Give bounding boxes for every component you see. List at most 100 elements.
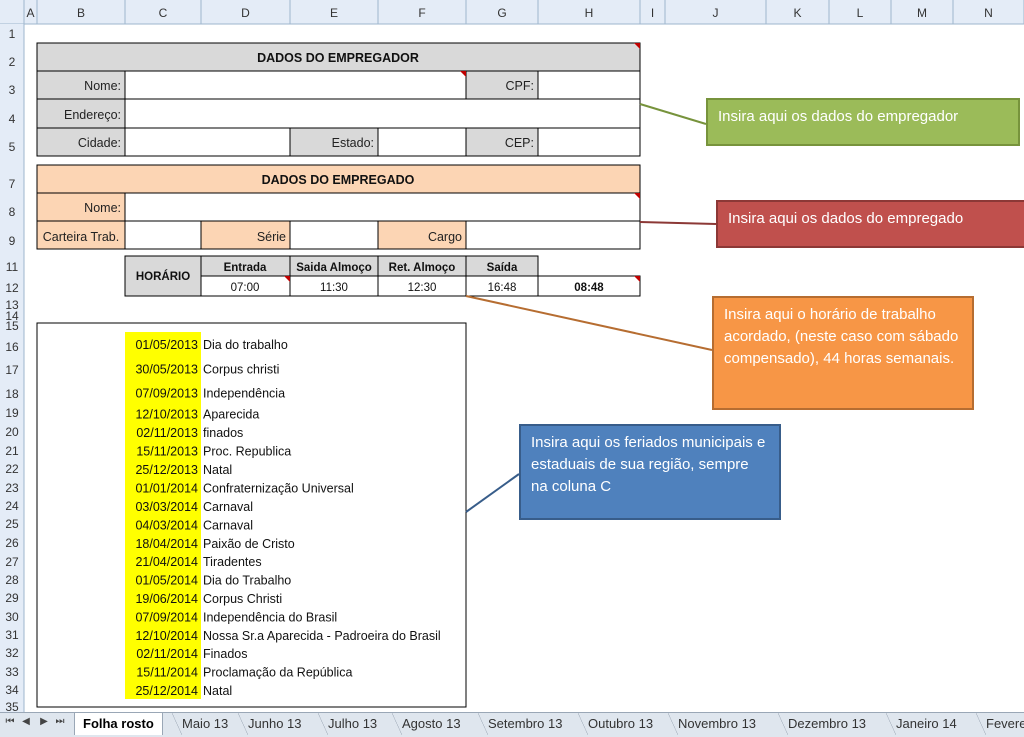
tab-separator: [392, 713, 402, 735]
row-header-16[interactable]: 16: [5, 340, 19, 354]
row-header-22[interactable]: 22: [5, 462, 19, 476]
holiday-date[interactable]: 03/03/2014: [135, 500, 198, 514]
column-header-i[interactable]: I: [651, 6, 654, 20]
column-header-g[interactable]: G: [497, 6, 506, 20]
row-header-15[interactable]: 15: [5, 319, 19, 333]
row-header-31[interactable]: 31: [5, 628, 19, 642]
schedule-value-saida-almoco[interactable]: 11:30: [320, 282, 348, 294]
employee-serie-label: Série: [257, 230, 286, 244]
column-header-b[interactable]: B: [77, 6, 85, 20]
holiday-date[interactable]: 07/09/2013: [135, 387, 198, 401]
employer-cpf-label: CPF:: [506, 79, 534, 93]
holiday-date[interactable]: 21/04/2014: [135, 555, 198, 569]
holiday-date[interactable]: 30/05/2013: [135, 363, 198, 377]
holiday-date[interactable]: 01/05/2013: [135, 338, 198, 352]
sheet-tab-dezembro-13[interactable]: Dezembro 13: [778, 713, 866, 735]
holiday-date[interactable]: 25/12/2014: [135, 684, 198, 698]
row-header-32[interactable]: 32: [5, 646, 19, 660]
last-sheet-icon[interactable]: ⏭: [54, 716, 66, 727]
sheet-tab-folha-rosto[interactable]: Folha rosto: [74, 713, 163, 735]
next-sheet-icon[interactable]: ▶: [38, 716, 50, 727]
tab-separator: [478, 713, 488, 735]
column-header-m[interactable]: M: [917, 6, 927, 20]
row-header-34[interactable]: 34: [5, 683, 19, 697]
tab-separator: [668, 713, 678, 735]
sheet-tab-label: Junho 13: [248, 716, 302, 731]
holidays-note[interactable]: Insira aqui os feriados municipais e est…: [519, 424, 781, 520]
holiday-date[interactable]: 02/11/2013: [136, 426, 198, 440]
schedule-value-ret-almoco[interactable]: 12:30: [408, 282, 437, 294]
holiday-date[interactable]: 01/05/2014: [135, 574, 198, 588]
holiday-date[interactable]: 02/11/2014: [136, 647, 198, 661]
row-header-11[interactable]: 11: [6, 260, 19, 274]
holiday-date[interactable]: 12/10/2014: [135, 629, 198, 643]
sheet-tab-novembro-13[interactable]: Novembro 13: [668, 713, 756, 735]
sheet-tab-maio-13[interactable]: Maio 13: [172, 713, 228, 735]
row-header-29[interactable]: 29: [5, 591, 19, 605]
row-header-7[interactable]: 7: [9, 177, 16, 191]
employee-ctps-label: Carteira Trab.: [43, 230, 119, 244]
sheet-tab-fevereiro-14[interactable]: Fevereiro 14: [976, 713, 1024, 735]
row-header-20[interactable]: 20: [5, 425, 19, 439]
row-header-3[interactable]: 3: [9, 83, 16, 97]
holiday-name: Tiradentes: [203, 555, 262, 569]
sheet-tab-label: Maio 13: [182, 716, 229, 731]
holiday-date[interactable]: 04/03/2014: [135, 519, 198, 533]
column-header-f[interactable]: F: [418, 6, 425, 20]
holiday-date[interactable]: 15/11/2014: [136, 666, 198, 680]
row-header-25[interactable]: 25: [5, 517, 19, 531]
row-header-24[interactable]: 24: [5, 499, 19, 513]
row-header-9[interactable]: 9: [9, 234, 16, 248]
row-header-19[interactable]: 19: [5, 406, 19, 420]
employer-note[interactable]: Insira aqui os dados do empregador: [706, 98, 1020, 146]
column-header-j[interactable]: J: [713, 6, 719, 20]
row-header-33[interactable]: 33: [5, 665, 19, 679]
schedule-value-saida[interactable]: 16:48: [488, 282, 517, 294]
holiday-date[interactable]: 01/01/2014: [135, 482, 198, 496]
sheet-tab-label: Novembro 13: [678, 716, 757, 731]
sheet-tab-junho-13[interactable]: Junho 13: [238, 713, 302, 735]
row-header-8[interactable]: 8: [9, 205, 16, 219]
holiday-date[interactable]: 15/11/2013: [136, 445, 198, 459]
sheet-tab-outubro-13[interactable]: Outubro 13: [578, 713, 653, 735]
schedule-total: 08:48: [574, 282, 604, 294]
row-header-18[interactable]: 18: [5, 387, 19, 401]
prev-sheet-icon[interactable]: ◀: [20, 716, 32, 727]
column-header-d[interactable]: D: [241, 6, 250, 20]
sheet-tab-agosto-13[interactable]: Agosto 13: [392, 713, 461, 735]
tab-separator: [172, 713, 182, 735]
row-header-26[interactable]: 26: [5, 536, 19, 550]
column-header-l[interactable]: L: [857, 6, 864, 20]
tab-separator: [778, 713, 788, 735]
holiday-date[interactable]: 19/06/2014: [135, 592, 198, 606]
row-header-4[interactable]: 4: [9, 112, 16, 126]
holiday-date[interactable]: 07/09/2014: [135, 611, 198, 625]
holiday-date[interactable]: 12/10/2013: [135, 408, 198, 422]
schedule-note[interactable]: Insira aqui o horário de trabalho acorda…: [712, 296, 974, 410]
row-header-27[interactable]: 27: [5, 555, 19, 569]
sheet-tab-julho-13[interactable]: Julho 13: [318, 713, 377, 735]
row-header-1[interactable]: 1: [9, 27, 16, 41]
sheet-tab-janeiro-14[interactable]: Janeiro 14: [886, 713, 957, 735]
row-header-21[interactable]: 21: [5, 444, 19, 458]
holiday-name: Dia do Trabalho: [203, 574, 291, 588]
column-header-h[interactable]: H: [585, 6, 594, 20]
column-header-e[interactable]: E: [330, 6, 338, 20]
holiday-date[interactable]: 18/04/2014: [135, 537, 198, 551]
holiday-date[interactable]: 25/12/2013: [135, 463, 198, 477]
column-header-k[interactable]: K: [793, 6, 801, 20]
row-header-5[interactable]: 5: [9, 140, 16, 154]
column-header-n[interactable]: N: [984, 6, 993, 20]
row-header-28[interactable]: 28: [5, 573, 19, 587]
employee-note[interactable]: Insira aqui os dados do empregado: [716, 200, 1024, 248]
row-header-23[interactable]: 23: [5, 481, 19, 495]
row-header-30[interactable]: 30: [5, 610, 19, 624]
sheet-tab-setembro-13[interactable]: Setembro 13: [478, 713, 562, 735]
schedule-value-entrada[interactable]: 07:00: [231, 282, 260, 294]
first-sheet-icon[interactable]: ⏮: [4, 716, 16, 727]
row-header-12[interactable]: 12: [5, 281, 19, 295]
row-header-2[interactable]: 2: [9, 55, 16, 69]
column-header-a[interactable]: A: [26, 6, 34, 20]
column-header-c[interactable]: C: [159, 6, 168, 20]
row-header-17[interactable]: 17: [5, 363, 19, 377]
